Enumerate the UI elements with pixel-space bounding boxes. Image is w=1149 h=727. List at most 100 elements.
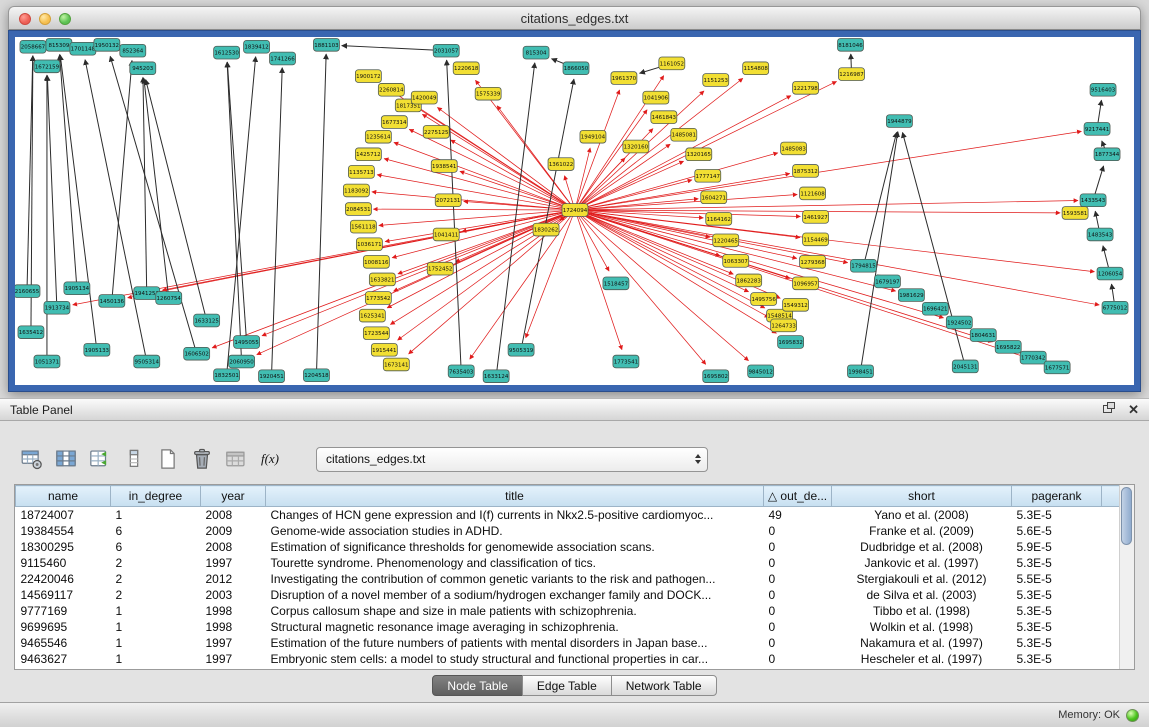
cell-short[interactable]: Dudbridge et al. (2008) bbox=[832, 539, 1012, 555]
network-node[interactable]: 1518457 bbox=[603, 277, 629, 290]
column-header-out_degree[interactable]: △ out_de... bbox=[764, 486, 832, 507]
network-node[interactable]: 1877344 bbox=[1094, 148, 1120, 161]
network-node[interactable]: 2031057 bbox=[433, 44, 459, 57]
cell-out_degree[interactable]: 0 bbox=[764, 523, 832, 539]
network-node[interactable]: 1938541 bbox=[431, 160, 457, 173]
network-node[interactable]: 1633125 bbox=[194, 314, 220, 327]
network-node[interactable]: 2058667 bbox=[20, 40, 46, 53]
cell-out_degree[interactable]: 0 bbox=[764, 539, 832, 555]
network-node[interactable]: 1036171 bbox=[356, 238, 382, 251]
network-node[interactable]: 1121608 bbox=[800, 187, 826, 200]
network-node[interactable]: 1008116 bbox=[363, 255, 389, 268]
network-node[interactable]: 1433543 bbox=[1080, 194, 1106, 207]
cell-name[interactable]: 9699695 bbox=[16, 619, 111, 635]
network-edge[interactable] bbox=[227, 62, 241, 357]
network-edge[interactable] bbox=[272, 68, 283, 372]
network-node[interactable]: 9217441 bbox=[1084, 123, 1110, 136]
cell-name[interactable]: 18724007 bbox=[16, 507, 111, 523]
cell-short[interactable]: Stergiakouli et al. (2012) bbox=[832, 571, 1012, 587]
cell-in_degree[interactable]: 1 bbox=[111, 635, 201, 651]
network-edge[interactable] bbox=[342, 46, 440, 51]
function-builder-icon[interactable]: f(x) bbox=[256, 445, 284, 473]
cell-name[interactable]: 14569117 bbox=[16, 587, 111, 603]
column-header-year[interactable]: year bbox=[201, 486, 266, 507]
table-row[interactable]: 1456911722003Disruption of a novel membe… bbox=[16, 587, 1120, 603]
network-node[interactable]: 1949104 bbox=[580, 130, 606, 143]
network-node[interactable]: 1673141 bbox=[383, 358, 409, 371]
new-file-icon[interactable] bbox=[154, 445, 182, 473]
cell-out_degree[interactable]: 0 bbox=[764, 571, 832, 587]
cell-title[interactable]: Genome-wide association studies in ADHD. bbox=[266, 523, 764, 539]
window-titlebar[interactable]: citations_edges.txt bbox=[8, 6, 1141, 30]
network-edge[interactable] bbox=[579, 110, 647, 205]
network-node[interactable]: 1633124 bbox=[483, 370, 509, 383]
network-node[interactable]: 1672159 bbox=[34, 60, 60, 73]
cell-short[interactable]: de Silva et al. (2003) bbox=[832, 587, 1012, 603]
cell-pagerank[interactable]: 5.6E-5 bbox=[1012, 523, 1102, 539]
cell-title[interactable]: Disruption of a novel member of a sodium… bbox=[266, 587, 764, 603]
network-node[interactable]: 1612530 bbox=[214, 46, 240, 59]
network-node[interactable]: 1495055 bbox=[234, 336, 260, 349]
cell-in_degree[interactable]: 2 bbox=[111, 587, 201, 603]
network-node[interactable]: 1696421 bbox=[922, 302, 948, 315]
network-node[interactable]: 1204518 bbox=[303, 369, 329, 382]
network-edge[interactable] bbox=[394, 142, 568, 207]
network-node[interactable]: 945203 bbox=[130, 62, 156, 75]
cell-year[interactable]: 2012 bbox=[201, 571, 266, 587]
network-node[interactable]: 1905133 bbox=[84, 343, 110, 356]
float-panel-icon[interactable] bbox=[1102, 401, 1116, 418]
cell-year[interactable]: 2008 bbox=[201, 507, 266, 523]
cell-pagerank[interactable]: 5.3E-5 bbox=[1012, 587, 1102, 603]
cell-short[interactable]: Franke et al. (2009) bbox=[832, 523, 1012, 539]
network-node[interactable]: 1425712 bbox=[355, 148, 381, 161]
cell-out_degree[interactable]: 0 bbox=[764, 603, 832, 619]
network-node[interactable]: 2160655 bbox=[15, 285, 40, 298]
network-node[interactable]: 1773542 bbox=[365, 292, 391, 305]
cell-pagerank[interactable]: 5.5E-5 bbox=[1012, 571, 1102, 587]
network-node[interactable]: 1220618 bbox=[453, 62, 479, 75]
scrollbar-thumb[interactable] bbox=[1121, 487, 1132, 545]
network-node[interactable]: 815309 bbox=[46, 38, 72, 51]
cell-in_degree[interactable]: 6 bbox=[111, 539, 201, 555]
cell-title[interactable]: Changes of HCN gene expression and I(f) … bbox=[266, 507, 764, 523]
cell-out_degree[interactable]: 0 bbox=[764, 635, 832, 651]
network-node[interactable]: 1361022 bbox=[548, 158, 574, 171]
network-node[interactable]: 1593581 bbox=[1062, 207, 1088, 220]
network-edge[interactable] bbox=[861, 132, 898, 367]
network-node[interactable]: 1206054 bbox=[1097, 267, 1123, 280]
cell-out_degree[interactable]: 0 bbox=[764, 619, 832, 635]
tab-edge-table[interactable]: Edge Table bbox=[522, 675, 612, 696]
network-edge[interactable] bbox=[227, 62, 246, 337]
network-node[interactable]: 1862283 bbox=[736, 274, 762, 287]
table-row[interactable]: 1938455462009Genome-wide association stu… bbox=[16, 523, 1120, 539]
cell-year[interactable]: 2008 bbox=[201, 539, 266, 555]
network-node[interactable]: 1154808 bbox=[743, 62, 769, 75]
network-node[interactable]: 1154469 bbox=[803, 233, 829, 246]
network-node[interactable]: 1041906 bbox=[643, 91, 669, 104]
network-node[interactable]: 1063307 bbox=[723, 255, 749, 268]
network-node[interactable]: 1677571 bbox=[1044, 361, 1070, 374]
cell-title[interactable]: Estimation of significance thresholds fo… bbox=[266, 539, 764, 555]
cell-name[interactable]: 19384554 bbox=[16, 523, 111, 539]
network-node[interactable]: 1183092 bbox=[343, 184, 369, 197]
network-edge[interactable] bbox=[405, 99, 569, 206]
table-row[interactable]: 1830029562008Estimation of significance … bbox=[16, 539, 1120, 555]
network-node[interactable]: 1606502 bbox=[184, 347, 210, 360]
network-node[interactable]: 1998451 bbox=[848, 365, 874, 378]
network-node[interactable]: 1483543 bbox=[1087, 228, 1113, 241]
table-row[interactable]: 2242004622012Investigating the contribut… bbox=[16, 571, 1120, 587]
column-header-name[interactable]: name bbox=[16, 486, 111, 507]
cell-year[interactable]: 2003 bbox=[201, 587, 266, 603]
import-table-icon[interactable] bbox=[222, 445, 250, 473]
network-node[interactable]: 1495756 bbox=[751, 293, 777, 306]
network-node[interactable]: 1420049 bbox=[411, 91, 437, 104]
network-edge[interactable] bbox=[581, 194, 797, 209]
network-node[interactable]: 1677314 bbox=[381, 116, 407, 129]
minimize-window-button[interactable] bbox=[39, 13, 51, 25]
network-edge[interactable] bbox=[581, 211, 1094, 272]
network-node[interactable]: 1866050 bbox=[563, 62, 589, 75]
network-node[interactable]: 1235614 bbox=[365, 130, 391, 143]
network-node[interactable]: 1679197 bbox=[874, 275, 900, 288]
network-node[interactable]: 1561118 bbox=[350, 220, 376, 233]
network-node[interactable]: 9505319 bbox=[508, 343, 534, 356]
